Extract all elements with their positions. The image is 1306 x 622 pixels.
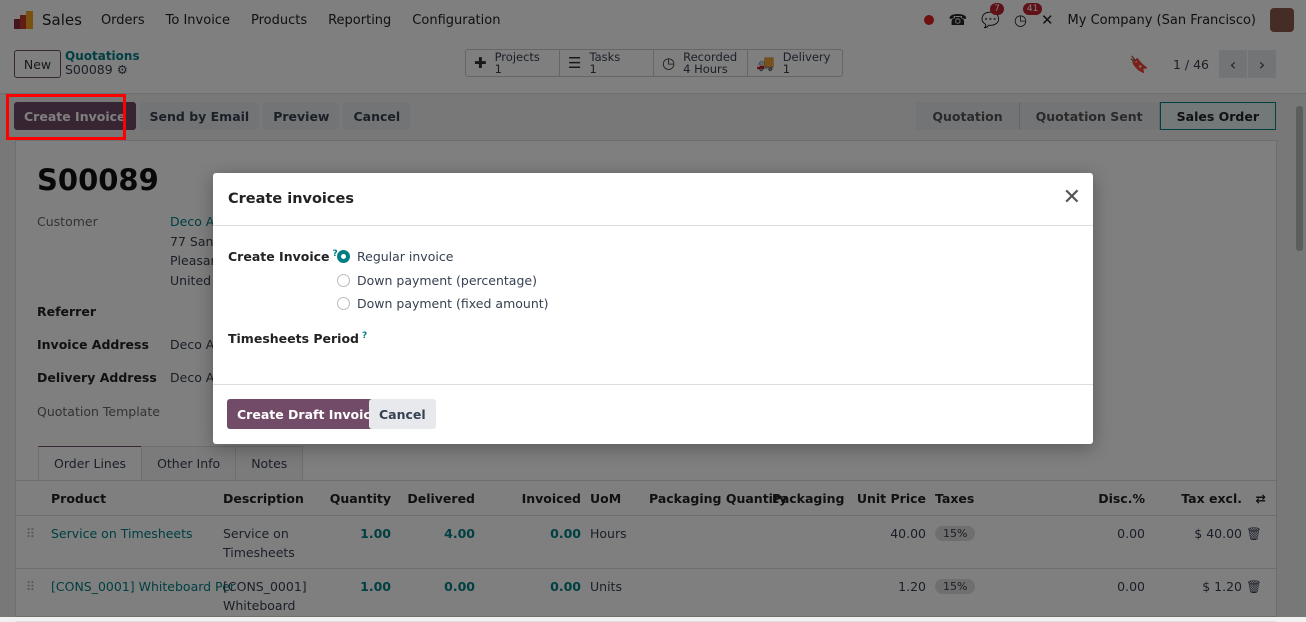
create-draft-invoice-button[interactable]: Create Draft Invoice <box>227 399 390 429</box>
create-invoices-dialog: Create invoices ✕ Create Invoice? Regula… <box>213 173 1093 444</box>
create-invoice-field-label: Create Invoice? <box>228 249 338 264</box>
radio-label[interactable]: Down payment (percentage) <box>357 273 537 288</box>
timesheets-period-label: Timesheets Period? <box>228 331 367 346</box>
highlight-box <box>6 94 126 140</box>
radio-regular-invoice[interactable]: Regular invoice <box>337 249 453 264</box>
dialog-cancel-button[interactable]: Cancel <box>369 399 436 429</box>
radio-unchecked-icon[interactable] <box>337 297 350 310</box>
radio-unchecked-icon[interactable] <box>337 274 350 287</box>
timesheets-period-label-text: Timesheets Period <box>228 331 359 347</box>
create-invoice-label-text: Create Invoice <box>228 249 330 265</box>
radio-label[interactable]: Down payment (fixed amount) <box>357 296 549 311</box>
dialog-title: Create invoices <box>213 173 1093 226</box>
dialog-footer: Create Draft Invoice Cancel <box>213 384 1093 444</box>
radio-label[interactable]: Regular invoice <box>357 249 453 264</box>
close-icon[interactable]: ✕ <box>1063 187 1081 209</box>
radio-checked-icon[interactable] <box>337 250 350 263</box>
radio-down-payment-percentage[interactable]: Down payment (percentage) <box>337 273 537 288</box>
help-icon[interactable]: ? <box>362 331 367 341</box>
radio-down-payment-fixed[interactable]: Down payment (fixed amount) <box>337 296 549 311</box>
